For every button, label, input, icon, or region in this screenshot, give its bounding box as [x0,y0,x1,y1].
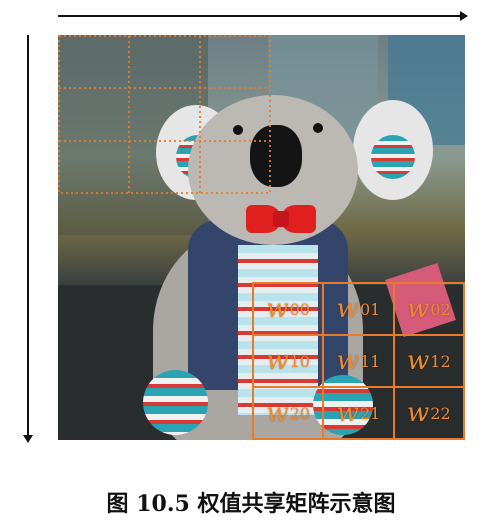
kernel-cell: w 00 [253,283,324,335]
sliding-window-dotted-grid [58,35,271,194]
figure-caption: 图 10.5 权值共享矩阵示意图 [106,491,396,517]
kernel-cell: w 21 [323,387,394,439]
kernel-cell: w 10 [253,335,324,387]
kernel-cell: w 01 [323,283,394,335]
kernel-cell: w 11 [323,335,394,387]
kernel-cell: w 12 [393,335,464,387]
weight-kernel-grid: w 00 w 01 w 02 w 10 w 11 w 12 w 20 w 21 w 22 [252,282,465,440]
vertical-arrow [23,35,33,443]
kernel-cell: w 22 [393,387,464,439]
kernel-cell: w 02 [393,283,464,335]
horizontal-arrow [58,11,468,21]
kernel-cell: w 20 [253,387,324,439]
koala-photo: w 00 w 01 w 02 w 10 w 11 w 12 w 20 w 21 w 22 [58,35,465,440]
